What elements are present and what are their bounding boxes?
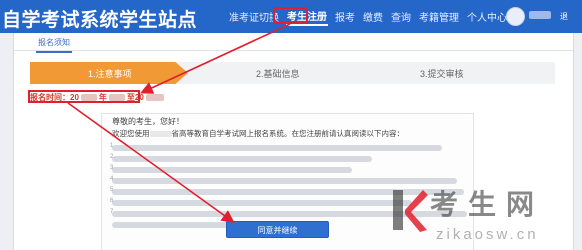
notice-rule-line: 4 (110, 176, 457, 184)
nav-apply[interactable]: 报考 (334, 9, 356, 24)
step-basic-info: 2.基础信息 (256, 69, 300, 79)
notice-rule-line: 1 (110, 143, 442, 151)
notice-greeting: 尊敬的考生，您好！ (112, 117, 184, 126)
watermark-title: 考生网 (430, 188, 545, 221)
agree-continue-button[interactable]: 同意并继续 (226, 221, 329, 238)
main-nav: 准考证切换 考生注册 报考 缴费 查询 考籍管理 个人中心 (228, 0, 508, 33)
watermark-k-logo (393, 190, 428, 232)
site-title: 自学考试系统学生站点 (2, 10, 198, 31)
step-notes: 1.注意事项 (88, 69, 132, 79)
notice-intro: 欢迎您使用 省高等教育自学考试网上报名系统。在您注册前请认真阅读以下内容： (112, 128, 404, 139)
nav-query[interactable]: 查询 (390, 9, 412, 24)
highlight-box-register (273, 7, 308, 24)
tab-divider (14, 50, 573, 51)
notice-rule-line: 3 (110, 165, 352, 173)
logout-link[interactable]: 退 (560, 11, 568, 22)
notice-rule-line: 6 (110, 198, 412, 206)
nav-personal-center[interactable]: 个人中心 (466, 9, 508, 24)
user-avatar[interactable] (506, 7, 525, 26)
notice-intro-end: 省高等教育自学考试网上报名系统。在您注册前请认真阅读以下内容： (171, 129, 405, 138)
redacted-province (149, 131, 172, 138)
progress-steps: 1.注意事项 2.基础信息 3.提交审核 (30, 62, 555, 84)
watermark-url: zikaosw.cn (436, 226, 539, 243)
notice-rule-line: 2 (110, 154, 372, 162)
notice-intro-start: 欢迎您使用 (112, 129, 150, 138)
step-submit-review: 3.提交审核 (420, 69, 464, 79)
highlight-box-period (28, 90, 140, 103)
user-name-redacted (529, 11, 551, 19)
redacted-date (145, 93, 164, 101)
nav-payment[interactable]: 缴费 (362, 9, 384, 24)
nav-records[interactable]: 考籍管理 (418, 9, 460, 24)
